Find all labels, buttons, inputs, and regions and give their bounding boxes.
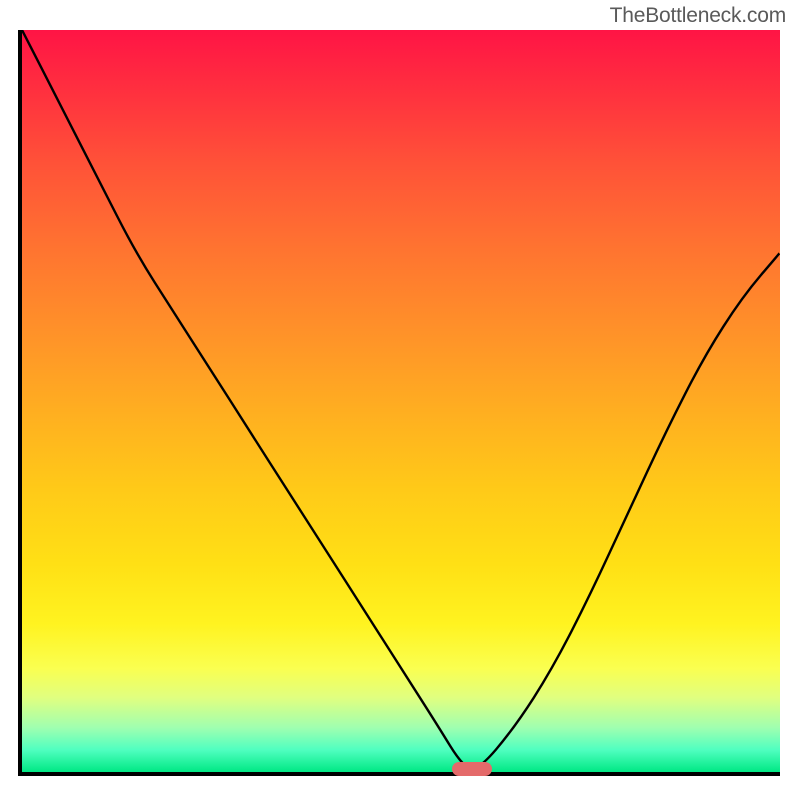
watermark-text: TheBottleneck.com (610, 4, 786, 28)
bottleneck-curve (22, 30, 780, 769)
optimal-marker (452, 762, 492, 776)
chart-container: TheBottleneck.com (0, 0, 800, 800)
curve-svg (22, 30, 780, 772)
plot-area (18, 30, 780, 776)
